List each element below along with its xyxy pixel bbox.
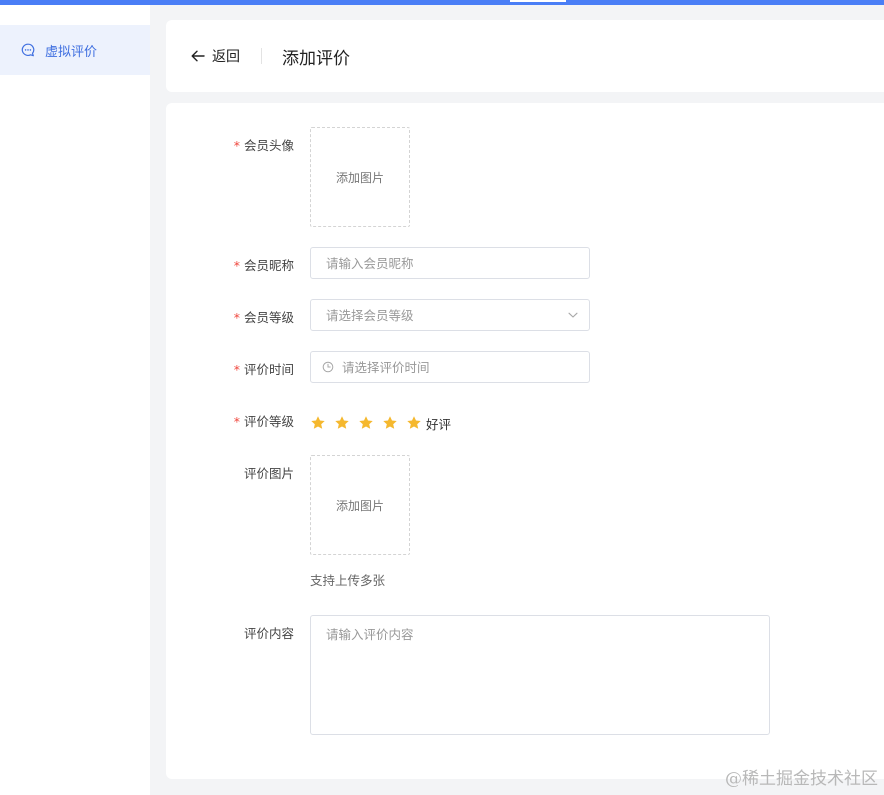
rating-label: * 评价等级 — [233, 414, 294, 429]
sidebar-item-virtual-review[interactable]: 虚拟评价 — [0, 25, 150, 75]
chevron-down-icon — [567, 309, 579, 321]
required-mark: * — [233, 258, 240, 273]
sidebar-item-label: 虚拟评价 — [45, 44, 98, 60]
level-select-input[interactable] — [311, 307, 589, 323]
review-time-label: * 评价时间 — [233, 362, 294, 377]
header-divider — [261, 48, 262, 64]
page-header: 返回 添加评价 — [166, 20, 884, 92]
star-icon[interactable] — [406, 415, 422, 431]
required-mark: * — [233, 362, 240, 377]
star-rating: 好评 — [310, 413, 451, 433]
star-icon[interactable] — [310, 415, 326, 431]
review-content-label: 评价内容 — [243, 626, 294, 641]
star-icon[interactable] — [358, 415, 374, 431]
top-bar-active-tab — [510, 0, 566, 2]
nickname-label: * 会员昵称 — [233, 258, 294, 273]
upload-hint: 支持上传多张 — [310, 573, 386, 588]
review-images-upload[interactable]: 添加图片 — [310, 455, 410, 555]
review-images-upload-text: 添加图片 — [335, 498, 384, 513]
required-mark: * — [233, 414, 240, 429]
avatar-label: * 会员头像 — [233, 138, 294, 153]
nickname-input[interactable] — [311, 255, 589, 271]
back-label: 返回 — [212, 49, 240, 65]
arrow-left-icon — [190, 48, 206, 64]
level-label: * 会员等级 — [233, 310, 294, 325]
clock-icon — [322, 361, 334, 373]
page-title: 添加评价 — [282, 49, 350, 69]
review-images-label: 评价图片 — [243, 466, 294, 481]
avatar-upload[interactable]: 添加图片 — [310, 127, 410, 227]
review-form: *会员头像 添加图片 *会员昵称 *会员等级 *评价时间 — [166, 103, 884, 779]
star-icon[interactable] — [382, 415, 398, 431]
required-mark: * — [233, 138, 240, 153]
required-mark: * — [233, 310, 240, 325]
sidebar: 虚拟评价 — [0, 5, 150, 795]
level-select[interactable] — [310, 299, 590, 331]
avatar-upload-text: 添加图片 — [335, 170, 384, 185]
watermark: @稀土掘金技术社区 — [725, 769, 878, 789]
nickname-field — [310, 247, 590, 279]
review-time-picker[interactable] — [310, 351, 590, 383]
review-time-input[interactable] — [334, 359, 589, 375]
review-content-textarea[interactable] — [311, 616, 769, 734]
back-button[interactable]: 返回 — [190, 46, 240, 66]
review-content-field — [310, 615, 770, 735]
rating-text: 好评 — [426, 416, 452, 432]
star-icon[interactable] — [334, 415, 350, 431]
chat-bubble-icon — [21, 43, 35, 57]
